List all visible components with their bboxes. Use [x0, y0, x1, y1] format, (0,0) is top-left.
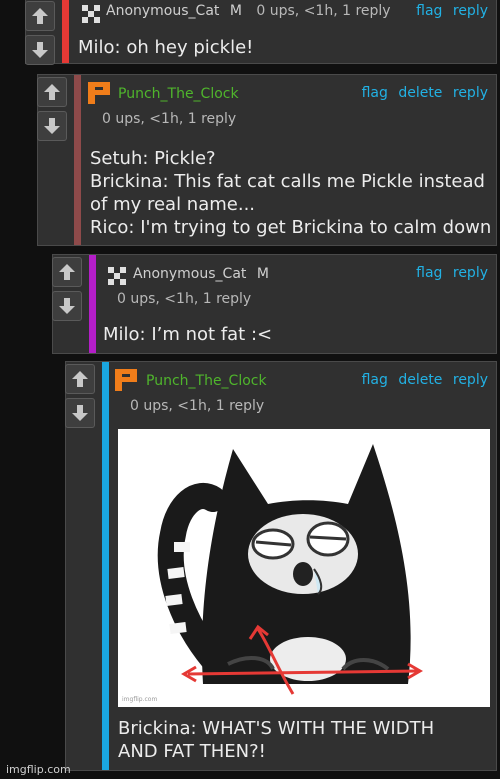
comment-1: Anonymous_Cat M 0 ups, <1h, 1 reply flag…	[25, 0, 497, 65]
comment-actions: flag reply	[410, 3, 488, 19]
cat-drawing-icon	[157, 444, 423, 695]
upvote-button[interactable]	[25, 1, 55, 31]
upvote-button[interactable]	[52, 257, 82, 287]
arrow-down-icon	[57, 296, 77, 316]
comment-meta: 0 ups, <1h, 1 reply	[117, 291, 252, 307]
downvote-button[interactable]	[52, 291, 82, 321]
arrow-up-icon	[42, 82, 62, 102]
comment-meta: 0 ups, <1h, 1 reply	[256, 3, 391, 19]
comment-actions: flag delete reply	[356, 372, 488, 388]
thread-bar	[89, 255, 96, 353]
username-link[interactable]: Anonymous_Cat	[133, 266, 246, 282]
username-link[interactable]: Anonymous_Cat	[106, 3, 219, 19]
arrow-up-icon	[57, 262, 77, 282]
comment-meta: 0 ups, <1h, 1 reply	[102, 111, 237, 127]
reply-link[interactable]: reply	[453, 265, 488, 281]
comment-text: Brickina: WHAT'S WITH THE WIDTH AND FAT …	[118, 718, 435, 762]
vote-column	[65, 364, 101, 432]
gender-badge: M	[229, 3, 242, 19]
site-watermark: imgflip.com	[6, 763, 71, 776]
vote-column	[52, 257, 88, 325]
upvote-button[interactable]	[37, 77, 67, 107]
comment-actions: flag delete reply	[356, 85, 488, 101]
pixel-avatar-icon	[82, 5, 100, 23]
arrow-up-icon	[30, 6, 50, 26]
flag-link[interactable]: flag	[416, 265, 442, 281]
image-watermark: imgflip.com	[122, 696, 158, 703]
comment-text: Milo: oh hey pickle!	[78, 37, 254, 58]
comment-3: Anonymous_Cat M 0 ups, <1h, 1 reply flag…	[52, 254, 497, 354]
username-link[interactable]: Punch_The_Clock	[118, 86, 239, 102]
downvote-button[interactable]	[65, 398, 95, 428]
upvote-button[interactable]	[65, 364, 95, 394]
comment-meta: 0 ups, <1h, 1 reply	[130, 398, 265, 414]
arrow-down-icon	[70, 403, 90, 423]
p-logo-icon	[113, 367, 139, 393]
arrow-up-icon	[70, 369, 90, 389]
downvote-button[interactable]	[37, 111, 67, 141]
reply-link[interactable]: reply	[453, 372, 488, 388]
flag-link[interactable]: flag	[416, 3, 442, 19]
comment-4: Punch_The_Clock 0 ups, <1h, 1 reply flag…	[65, 361, 497, 771]
delete-link[interactable]: delete	[398, 85, 442, 101]
comment-header: Punch_The_Clock	[118, 86, 239, 102]
comment-header: Anonymous_Cat M	[133, 266, 269, 282]
comment-text: Milo: I’m not fat :<	[103, 324, 273, 345]
comment-header: Punch_The_Clock	[146, 373, 267, 389]
comment-2: Punch_The_Clock 0 ups, <1h, 1 reply flag…	[37, 74, 497, 246]
flag-link[interactable]: flag	[362, 85, 388, 101]
arrow-down-icon	[30, 40, 50, 60]
comment-image[interactable]: imgflip.com	[118, 429, 490, 707]
username-link[interactable]: Punch_The_Clock	[146, 373, 267, 389]
arrow-down-icon	[42, 116, 62, 136]
downvote-button[interactable]	[25, 35, 55, 65]
delete-link[interactable]: delete	[398, 372, 442, 388]
flag-link[interactable]: flag	[362, 372, 388, 388]
thread-bar	[62, 0, 69, 63]
reply-link[interactable]: reply	[453, 3, 488, 19]
p-logo-icon	[86, 80, 112, 106]
reply-link[interactable]: reply	[453, 85, 488, 101]
comment-actions: flag reply	[410, 265, 488, 281]
comment-header: Anonymous_Cat M 0 ups, <1h, 1 reply	[106, 3, 391, 19]
thread-bar	[102, 362, 109, 770]
comment-text: Setuh: Pickle? Brickina: This fat cat ca…	[90, 148, 492, 238]
pixel-avatar-icon	[108, 267, 126, 285]
gender-badge: M	[256, 266, 269, 282]
thread-bar	[74, 75, 81, 245]
vote-column	[37, 77, 73, 145]
vote-column	[25, 1, 61, 69]
